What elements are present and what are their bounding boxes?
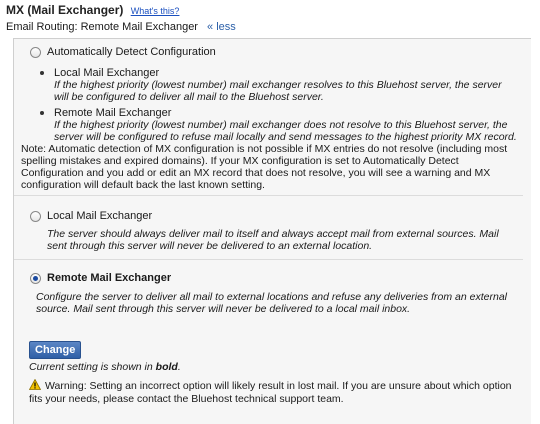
option-local-desc: The server should always deliver mail to… bbox=[47, 228, 499, 252]
current-setting-bold: bold bbox=[155, 361, 178, 373]
list-item: Remote Mail Exchanger If the highest pri… bbox=[38, 107, 518, 143]
routing-line: Email Routing: Remote Mail Exchanger « l… bbox=[6, 21, 236, 33]
divider bbox=[14, 195, 523, 196]
option-remote-desc: Configure the server to deliver all mail… bbox=[36, 291, 507, 315]
divider bbox=[14, 259, 523, 260]
whats-this-link[interactable]: What's this? bbox=[131, 6, 180, 16]
bullet-icon bbox=[40, 111, 44, 115]
option-local[interactable]: Local Mail Exchanger bbox=[30, 210, 152, 222]
mx-options-panel: Automatically Detect Configuration Local… bbox=[13, 38, 531, 424]
less-link[interactable]: « less bbox=[207, 21, 236, 33]
header: MX (Mail Exchanger) What's this? Email R… bbox=[6, 3, 236, 33]
bullet-title: Remote Mail Exchanger bbox=[54, 107, 172, 119]
routing-status: Email Routing: Remote Mail Exchanger bbox=[6, 21, 198, 33]
radio-auto[interactable] bbox=[30, 46, 41, 58]
page-title: MX (Mail Exchanger) bbox=[6, 3, 124, 17]
bullet-title: Local Mail Exchanger bbox=[54, 67, 160, 79]
option-auto[interactable]: Automatically Detect Configuration bbox=[30, 46, 216, 58]
option-local-label: Local Mail Exchanger bbox=[47, 210, 153, 222]
radio-local[interactable] bbox=[30, 210, 41, 222]
option-remote-label: Remote Mail Exchanger bbox=[47, 272, 172, 284]
bullet-desc: If the highest priority (lowest number) … bbox=[54, 79, 502, 103]
current-setting-suffix: . bbox=[177, 361, 181, 373]
list-item: Local Mail Exchanger If the highest prio… bbox=[38, 67, 518, 103]
auto-note: Note: Automatic detection of MX configur… bbox=[21, 143, 508, 191]
warning-message: Warning: Setting an incorrect option wil… bbox=[28, 378, 519, 405]
option-remote[interactable]: Remote Mail Exchanger bbox=[30, 272, 171, 284]
auto-bullets: Local Mail Exchanger If the highest prio… bbox=[38, 67, 518, 147]
bullet-icon bbox=[40, 71, 44, 75]
title-line: MX (Mail Exchanger) What's this? bbox=[6, 3, 236, 17]
warning-icon bbox=[28, 378, 42, 393]
warning-text: Warning: Setting an incorrect option wil… bbox=[29, 380, 512, 405]
bullet-desc: If the highest priority (lowest number) … bbox=[54, 119, 517, 143]
current-setting-prefix: Current setting is shown in bbox=[29, 361, 156, 373]
current-setting-note: Current setting is shown in bold. bbox=[29, 361, 181, 373]
option-auto-label: Automatically Detect Configuration bbox=[47, 46, 216, 58]
radio-remote[interactable] bbox=[30, 272, 41, 284]
change-button[interactable]: Change bbox=[29, 341, 82, 359]
